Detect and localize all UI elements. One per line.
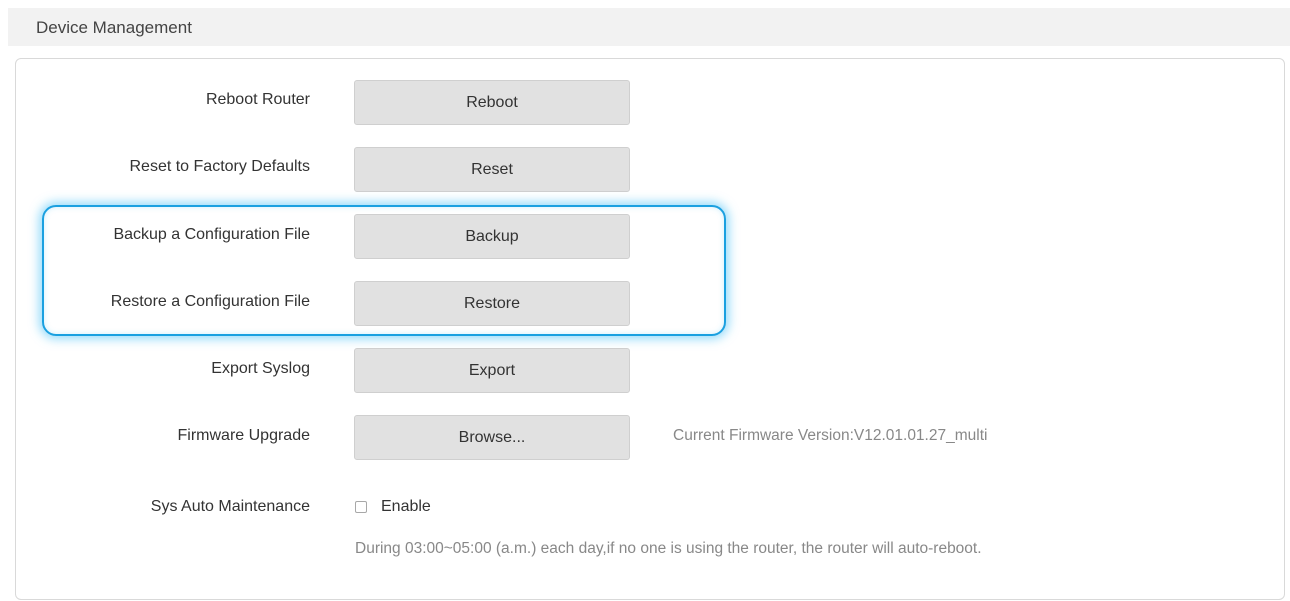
browse-button[interactable]: Browse... bbox=[354, 415, 630, 460]
export-syslog-label: Export Syslog bbox=[211, 360, 310, 377]
reboot-button[interactable]: Reboot bbox=[354, 80, 630, 125]
backup-config-label: Backup a Configuration File bbox=[113, 226, 310, 243]
reboot-router-label: Reboot Router bbox=[205, 91, 310, 108]
restore-button[interactable]: Restore bbox=[354, 281, 630, 326]
sys-auto-maintenance-label: Sys Auto Maintenance bbox=[150, 498, 310, 515]
backup-button[interactable]: Backup bbox=[354, 214, 630, 259]
export-button[interactable]: Export bbox=[354, 348, 630, 393]
reset-button[interactable]: Reset bbox=[354, 147, 630, 192]
section-header: Device Management bbox=[8, 8, 1290, 46]
device-management-panel bbox=[15, 58, 1285, 600]
restore-config-label: Restore a Configuration File bbox=[110, 293, 310, 310]
firmware-upgrade-label: Firmware Upgrade bbox=[177, 427, 310, 444]
enable-checkbox-label[interactable]: Enable bbox=[381, 498, 431, 516]
section-title: Device Management bbox=[36, 18, 192, 37]
firmware-version-text: Current Firmware Version:V12.01.01.27_mu… bbox=[673, 427, 988, 444]
enable-checkbox[interactable] bbox=[355, 501, 367, 513]
reset-factory-label: Reset to Factory Defaults bbox=[129, 158, 310, 175]
auto-maintenance-note: During 03:00~05:00 (a.m.) each day,if no… bbox=[355, 540, 982, 557]
